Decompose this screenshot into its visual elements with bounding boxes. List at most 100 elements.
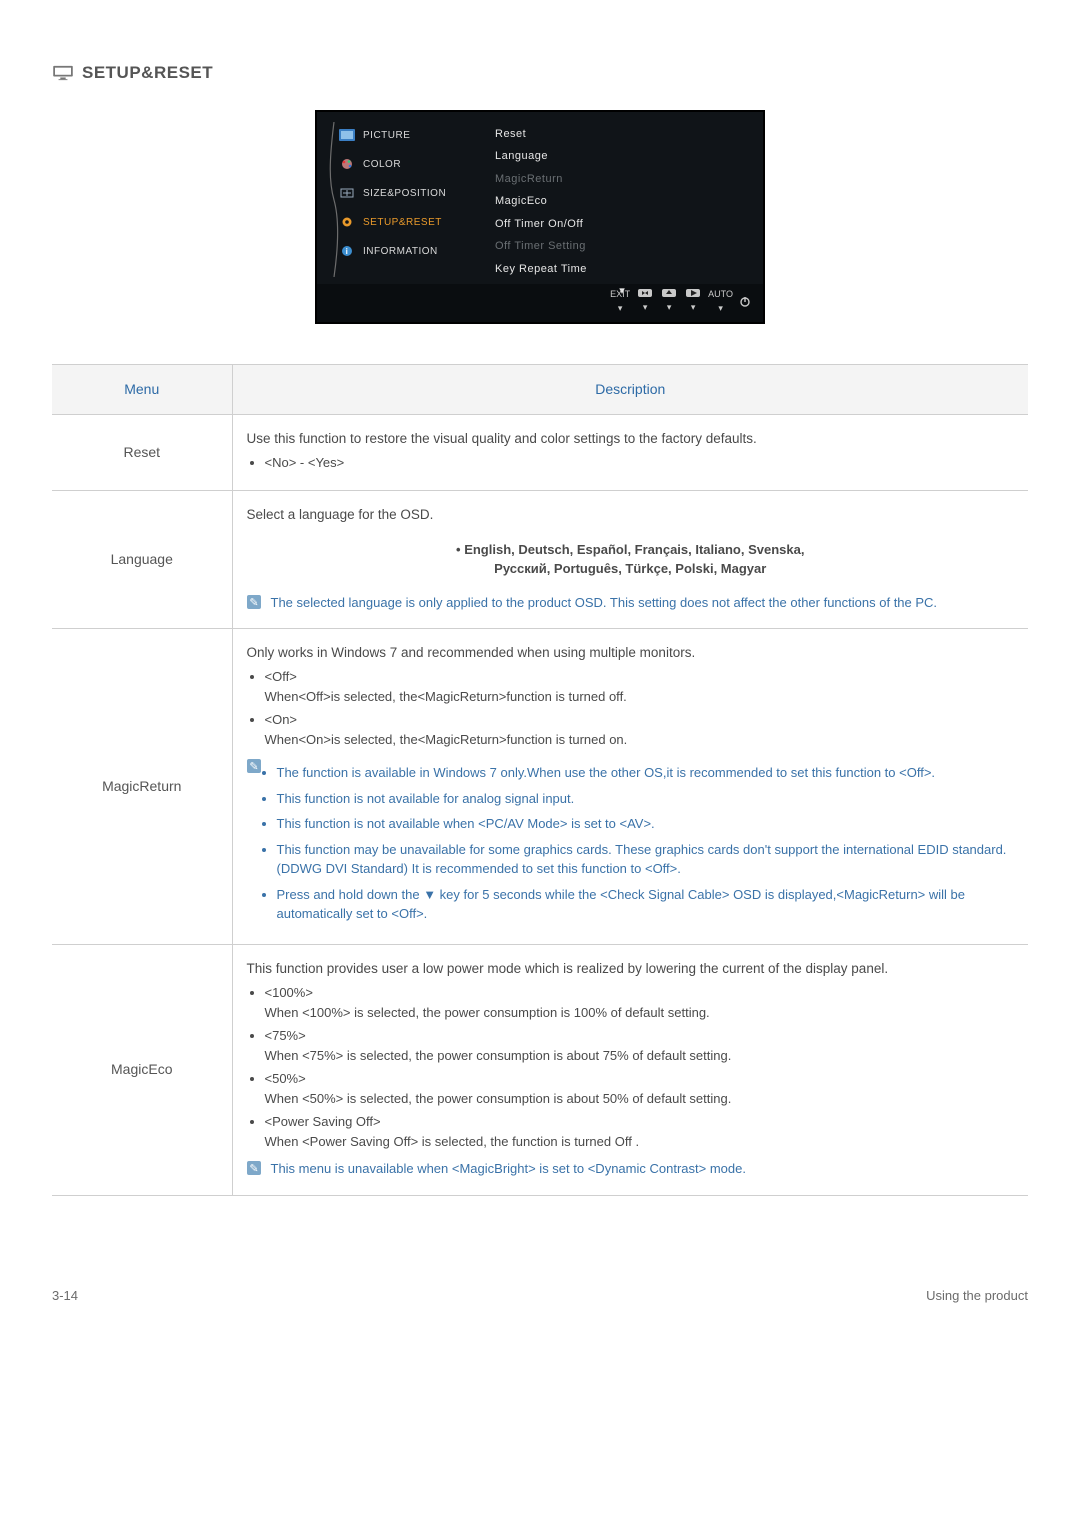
down-triangle-icon: ▾ [718, 302, 723, 316]
osd-left-item-info: i INFORMATION [335, 240, 483, 263]
osd-nav-button: ▾ [660, 288, 678, 315]
note-icon: ✎ [247, 595, 261, 615]
osd-left-item-size: SIZE&POSITION [335, 182, 483, 205]
osd-right-item: Key Repeat Time [495, 261, 749, 278]
table-row: Reset Use this function to restore the v… [52, 414, 1028, 491]
osd-left-label: COLOR [363, 157, 401, 172]
osd-right-item: Language [495, 148, 749, 165]
magiceco-opt: <50%> When <50%> is selected, the power … [265, 1069, 1015, 1108]
row-label-magicreturn: MagicReturn [52, 629, 232, 945]
magiceco-intro: This function provides user a low power … [247, 959, 1015, 979]
magicreturn-on-head: <On> [265, 712, 298, 727]
language-intro: Select a language for the OSD. [247, 505, 1015, 525]
magicreturn-note: Press and hold down the ▼ key for 5 seco… [277, 885, 1015, 924]
magiceco-opt-head: <Power Saving Off> [265, 1114, 381, 1129]
magiceco-opt-head: <50%> [265, 1071, 306, 1086]
reset-intro: Use this function to restore the visual … [247, 429, 1015, 449]
osd-left-item-color: COLOR [335, 153, 483, 176]
picture-icon [339, 129, 355, 141]
page-footer: 3-14 Using the product [52, 1286, 1028, 1306]
table-header-menu: Menu [52, 364, 232, 414]
down-triangle-icon: ▾ [643, 301, 648, 315]
magiceco-opt-head: <100%> [265, 985, 313, 1000]
table-row: Language Select a language for the OSD. … [52, 491, 1028, 629]
magiceco-opt-body: When <50%> is selected, the power consum… [265, 1091, 732, 1106]
magicreturn-note: This function is not available when <PC/… [277, 814, 1015, 834]
magiceco-opt-body: When <100%> is selected, the power consu… [265, 1005, 710, 1020]
row-desc-reset: Use this function to restore the visual … [232, 414, 1028, 491]
row-desc-magicreturn: Only works in Windows 7 and recommended … [232, 629, 1028, 945]
osd-right-item: Reset [495, 126, 749, 143]
note-icon: ✎ [247, 759, 261, 779]
osd-left-label: SIZE&POSITION [363, 186, 446, 201]
magiceco-opt-head: <75%> [265, 1028, 306, 1043]
osd-left-menu: PICTURE COLOR SIZE&POSITION SETUP&RESET … [317, 112, 491, 284]
table-row: MagicReturn Only works in Windows 7 and … [52, 629, 1028, 945]
magicreturn-off-head: <Off> [265, 669, 297, 684]
magicreturn-intro: Only works in Windows 7 and recommended … [247, 643, 1015, 663]
note-icon: ✎ [247, 1161, 261, 1181]
magicreturn-on-body: When<On>is selected, the<MagicReturn>fun… [265, 732, 628, 747]
info-icon: i [339, 245, 355, 257]
row-label-magiceco: MagicEco [52, 944, 232, 1195]
svg-text:i: i [346, 247, 349, 256]
osd-right-item: Off Timer Setting [495, 238, 749, 255]
language-note-text: The selected language is only applied to… [271, 593, 938, 615]
magicreturn-note: The function is available in Windows 7 o… [277, 763, 1015, 783]
osd-left-item-picture: PICTURE [335, 124, 483, 147]
magiceco-opt: <75%> When <75%> is selected, the power … [265, 1026, 1015, 1065]
size-icon [339, 187, 355, 199]
description-table: Menu Description Reset Use this function… [52, 364, 1028, 1196]
osd-nav-button: ▾ [684, 288, 702, 315]
osd-nav-button: ▾ [636, 288, 654, 315]
magiceco-opt: <100%> When <100%> is selected, the powe… [265, 983, 1015, 1022]
magicreturn-notes: ✎ The function is available in Windows 7… [247, 757, 1015, 930]
osd-exit-button: EXIT ▾ [610, 288, 630, 316]
language-list-b: Русский, Português, Türkçe, Polski, Magy… [247, 559, 1015, 579]
magiceco-opt-body: When <Power Saving Off> is selected, the… [265, 1134, 640, 1149]
osd-left-label: INFORMATION [363, 244, 438, 259]
row-desc-language: Select a language for the OSD. • English… [232, 491, 1028, 629]
section-heading: SETUP&RESET [52, 60, 1028, 86]
language-list-a: • English, Deutsch, Español, Français, I… [247, 540, 1015, 560]
monitor-icon [52, 65, 74, 81]
osd-auto-label: AUTO [708, 288, 733, 302]
palette-icon [339, 158, 355, 170]
magiceco-note-text: This menu is unavailable when <MagicBrig… [271, 1159, 746, 1181]
down-triangle-icon: ▾ [618, 302, 623, 316]
osd-right-item: MagicReturn [495, 171, 749, 188]
row-desc-magiceco: This function provides user a low power … [232, 944, 1028, 1195]
footer-section-name: Using the product [926, 1286, 1028, 1306]
table-header-desc: Description [232, 364, 1028, 414]
magicreturn-note: This function may be unavailable for som… [277, 840, 1015, 879]
osd-right-menu: Reset Language MagicReturn MagicEco Off … [491, 112, 763, 284]
svg-text:✎: ✎ [249, 1163, 258, 1175]
osd-auto-button: AUTO ▾ [708, 288, 733, 316]
svg-text:✎: ✎ [249, 597, 258, 609]
language-list: • English, Deutsch, Español, Français, I… [247, 540, 1015, 579]
osd-power-button [739, 296, 751, 308]
reset-option: <No> - <Yes> [265, 453, 1015, 473]
svg-text:✎: ✎ [249, 761, 258, 773]
magicreturn-on: <On> When<On>is selected, the<MagicRetur… [265, 710, 1015, 749]
gear-icon [339, 216, 355, 228]
down-triangle-icon: ▾ [691, 301, 696, 315]
osd-exit-label: EXIT [610, 288, 630, 302]
magiceco-opt-body: When <75%> is selected, the power consum… [265, 1048, 732, 1063]
osd-left-label: SETUP&RESET [363, 215, 442, 230]
row-label-language: Language [52, 491, 232, 629]
magicreturn-note: This function is not available for analo… [277, 789, 1015, 809]
row-label-reset: Reset [52, 414, 232, 491]
magicreturn-off-body: When<Off>is selected, the<MagicReturn>fu… [265, 689, 627, 704]
table-row: MagicEco This function provides user a l… [52, 944, 1028, 1195]
osd-left-item-setup: SETUP&RESET [335, 211, 483, 234]
osd-preview: PICTURE COLOR SIZE&POSITION SETUP&RESET … [52, 110, 1028, 324]
magiceco-opt: <Power Saving Off> When <Power Saving Of… [265, 1112, 1015, 1151]
osd-left-label: PICTURE [363, 128, 410, 143]
osd-right-item: Off Timer On/Off [495, 216, 749, 233]
language-note: ✎ The selected language is only applied … [247, 593, 1015, 615]
magicreturn-off: <Off> When<Off>is selected, the<MagicRet… [265, 667, 1015, 706]
magiceco-note: ✎ This menu is unavailable when <MagicBr… [247, 1159, 1015, 1181]
down-triangle-icon: ▾ [667, 301, 672, 315]
osd-right-item: MagicEco [495, 193, 749, 210]
